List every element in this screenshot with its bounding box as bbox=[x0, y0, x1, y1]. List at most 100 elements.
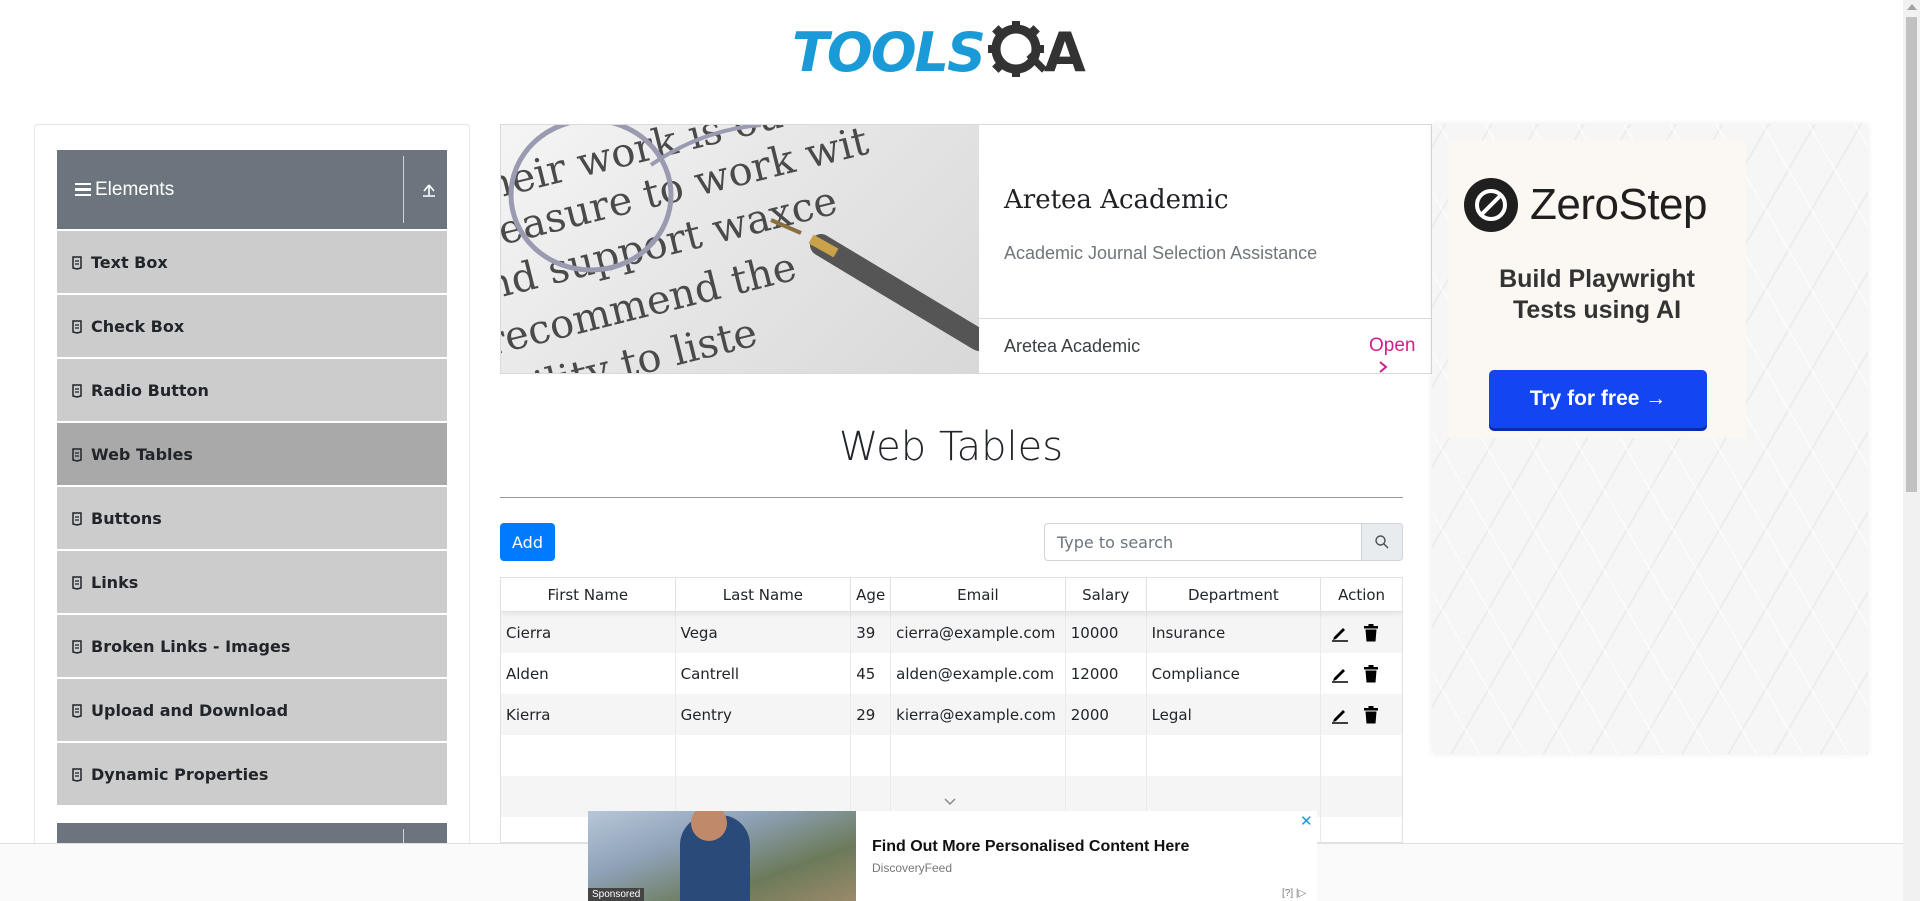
scroll-up-arrow-icon[interactable] bbox=[1907, 4, 1917, 10]
page-title: Web Tables bbox=[838, 424, 1064, 470]
edit-pencil-icon[interactable] bbox=[1331, 624, 1349, 642]
sidebar-item-label: Radio Button bbox=[91, 380, 209, 400]
sidebar-item-links[interactable]: Links bbox=[57, 551, 447, 613]
document-icon bbox=[71, 639, 83, 654]
zerostep-ad[interactable]: ZeroStep Build Playwright Tests using AI… bbox=[1432, 124, 1868, 754]
column-header[interactable]: Department bbox=[1147, 578, 1322, 611]
sidebar-item-broken-links[interactable]: Broken Links - Images bbox=[57, 615, 447, 677]
menu-icon bbox=[75, 182, 91, 197]
logo-text: TOOLS bbox=[792, 20, 986, 84]
collapse-arrow-icon[interactable] bbox=[419, 180, 439, 200]
delete-trash-icon[interactable] bbox=[1363, 623, 1379, 642]
table-cell: 2000 bbox=[1066, 694, 1147, 735]
ad-image: heir work is outstandi leasure to work w… bbox=[501, 125, 979, 373]
column-header[interactable]: Last Name bbox=[676, 578, 852, 611]
sidebar-item-text-box[interactable]: Text Box bbox=[57, 231, 447, 293]
delete-trash-icon[interactable] bbox=[1363, 705, 1379, 724]
column-header[interactable]: Age bbox=[851, 578, 892, 611]
sponsored-label: Sponsored bbox=[588, 888, 645, 901]
table-cell: Cantrell bbox=[676, 653, 852, 694]
zerostep-ad-box: ZeroStep Build Playwright Tests using AI… bbox=[1448, 140, 1746, 438]
document-icon bbox=[71, 767, 83, 782]
empty-cell bbox=[1321, 776, 1402, 817]
zerostep-brand: ZeroStep bbox=[1530, 180, 1707, 229]
table-cell: 45 bbox=[851, 653, 892, 694]
empty-cell bbox=[1147, 735, 1322, 776]
sidebar-item-buttons[interactable]: Buttons bbox=[57, 487, 447, 549]
search-button[interactable] bbox=[1362, 523, 1403, 561]
ad-footer-name: Aretea Academic bbox=[1004, 336, 1141, 356]
tagline-line-2: Tests using AI bbox=[1512, 296, 1682, 324]
ad-open-link[interactable]: Open bbox=[1369, 335, 1431, 373]
elements-menu-list: Text Box Check Box Radio Button Web Tabl… bbox=[57, 229, 447, 805]
close-icon[interactable]: ✕ bbox=[1300, 812, 1313, 830]
sidebar-item-label: Web Tables bbox=[91, 444, 193, 464]
table-cell: Alden bbox=[501, 653, 676, 694]
table-cell: 10000 bbox=[1066, 612, 1147, 653]
bottom-ad-headline[interactable]: Find Out More Personalised Content Here bbox=[872, 838, 1189, 856]
sidebar-item-dynamic-properties[interactable]: Dynamic Properties bbox=[57, 743, 447, 805]
empty-table-row bbox=[501, 735, 1402, 776]
glasses-and-pen-icon bbox=[508, 125, 979, 351]
table-cell: Vega bbox=[676, 612, 852, 653]
table-cell: 39 bbox=[851, 612, 892, 653]
table-row: Kierra Gentry 29 kierra@example.com 2000… bbox=[501, 694, 1402, 735]
sidebar-item-check-box[interactable]: Check Box bbox=[57, 295, 447, 357]
sidebar-item-upload-download[interactable]: Upload and Download bbox=[57, 679, 447, 741]
column-header[interactable]: Email bbox=[891, 578, 1066, 611]
zerostep-logo: ZeroStep bbox=[1464, 178, 1707, 232]
ad-info-icon[interactable]: [?] |▷ bbox=[1282, 888, 1306, 899]
empty-cell bbox=[891, 735, 1066, 776]
chevron-down-icon[interactable] bbox=[943, 795, 957, 809]
sidebar-item-label: Dynamic Properties bbox=[91, 764, 269, 784]
sidebar-item-radio-button[interactable]: Radio Button bbox=[57, 359, 447, 421]
search-input[interactable] bbox=[1044, 523, 1362, 561]
document-icon bbox=[71, 511, 83, 526]
column-header[interactable]: Salary bbox=[1066, 578, 1147, 611]
sidebar-item-label: Text Box bbox=[91, 252, 168, 272]
aretea-ad-card[interactable]: heir work is outstandi leasure to work w… bbox=[500, 124, 1432, 374]
document-icon bbox=[71, 575, 83, 590]
sidebar-item-label: Upload and Download bbox=[91, 700, 289, 720]
action-cell bbox=[1321, 694, 1402, 735]
scrollbar-thumb[interactable] bbox=[1906, 17, 1917, 492]
sidebar-item-label: Links bbox=[91, 572, 139, 592]
divider bbox=[403, 156, 404, 223]
column-header[interactable]: First Name bbox=[501, 578, 676, 611]
search-icon bbox=[1375, 535, 1389, 549]
document-icon bbox=[71, 703, 83, 718]
try-for-free-button[interactable]: Try for free → bbox=[1489, 370, 1707, 428]
add-button[interactable]: Add bbox=[500, 523, 555, 561]
document-icon bbox=[71, 255, 83, 270]
chevron-right-icon bbox=[1379, 361, 1388, 373]
column-header: Action bbox=[1338, 585, 1386, 604]
tagline-line-1: Build Playwright bbox=[1499, 265, 1695, 293]
elements-group-header[interactable]: Elements bbox=[57, 150, 447, 229]
table-cell: Legal bbox=[1147, 694, 1322, 735]
table-cell: kierra@example.com bbox=[891, 694, 1066, 735]
search-box bbox=[1044, 523, 1403, 561]
sidebar-item-web-tables[interactable]: Web Tables bbox=[57, 423, 447, 485]
table-cell: alden@example.com bbox=[891, 653, 1066, 694]
toolsqa-logo[interactable]: TOOLS A bbox=[792, 14, 1116, 90]
title-divider bbox=[500, 497, 1403, 498]
bottom-sponsored-ad[interactable]: Sponsored Find Out More Personalised Con… bbox=[588, 811, 1317, 901]
ad-photo: Sponsored bbox=[588, 811, 856, 901]
bottom-ad-source: DiscoveryFeed bbox=[872, 861, 953, 875]
gear-icon bbox=[986, 19, 1052, 85]
empty-cell bbox=[1321, 817, 1402, 842]
empty-cell bbox=[676, 735, 852, 776]
ad-title[interactable]: Aretea Academic bbox=[1004, 185, 1229, 215]
table-cell: Insurance bbox=[1147, 612, 1322, 653]
document-icon bbox=[71, 383, 83, 398]
delete-trash-icon[interactable] bbox=[1363, 664, 1379, 683]
table-cell: Gentry bbox=[676, 694, 852, 735]
sidebar-item-label: Check Box bbox=[91, 316, 185, 336]
edit-pencil-icon[interactable] bbox=[1331, 665, 1349, 683]
table-cell: 12000 bbox=[1066, 653, 1147, 694]
edit-pencil-icon[interactable] bbox=[1331, 706, 1349, 724]
table-cell: cierra@example.com bbox=[891, 612, 1066, 653]
table-cell: 29 bbox=[851, 694, 892, 735]
zerostep-logo-icon bbox=[1464, 178, 1518, 232]
ad-open-label: Open bbox=[1369, 335, 1416, 356]
